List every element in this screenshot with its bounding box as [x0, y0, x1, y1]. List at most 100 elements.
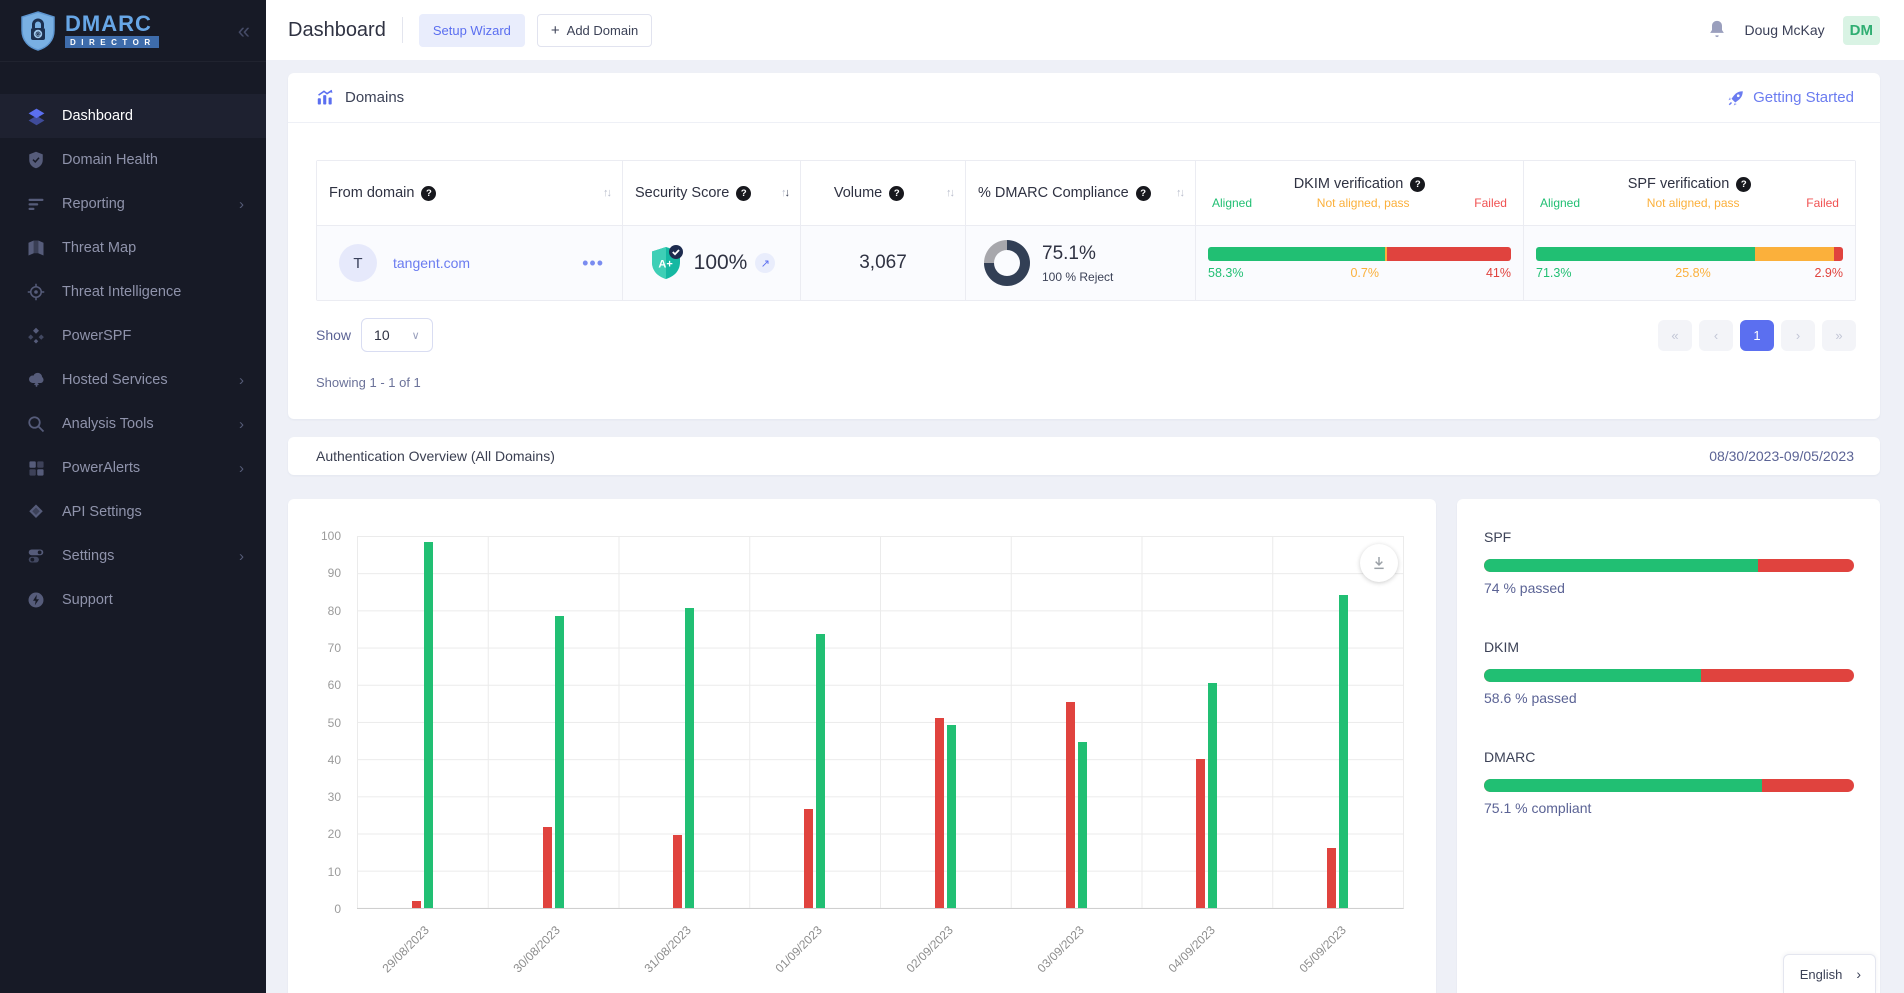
col-label: DKIM verification	[1294, 176, 1404, 192]
summary-dmarc-bar	[1484, 779, 1854, 792]
summary-card: SPF 74 % passed DKIM 58.6 % passed DMARC…	[1457, 499, 1880, 993]
sidebar-item-threat-map[interactable]: Threat Map	[0, 226, 266, 270]
sort-icon[interactable]: ↑↓	[946, 187, 953, 199]
domain-link[interactable]: tangent.com	[393, 255, 470, 271]
pagination-page-1[interactable]: 1	[1740, 320, 1774, 351]
sidebar-item-analysis-tools[interactable]: Analysis Tools ›	[0, 402, 266, 446]
chart-download-button[interactable]	[1360, 544, 1398, 582]
pagination-first-button[interactable]: «	[1658, 320, 1692, 351]
svg-text:A+: A+	[658, 259, 672, 271]
pagination-next-button[interactable]: ›	[1781, 320, 1815, 351]
sidebar-item-powerspf[interactable]: PowerSPF	[0, 314, 266, 358]
dashboard-icon	[26, 106, 46, 126]
more-options-icon[interactable]: •••	[582, 253, 610, 274]
summary-dkim: DKIM 58.6 % passed	[1484, 639, 1854, 706]
sidebar-item-support[interactable]: Support	[0, 578, 266, 622]
diamond-cluster-icon	[26, 326, 46, 346]
help-icon[interactable]: ?	[1410, 177, 1425, 192]
shield-check-icon	[26, 150, 46, 170]
user-avatar[interactable]: DM	[1843, 16, 1880, 45]
show-label: Show	[316, 327, 351, 343]
x-axis-label: 03/09/2023	[1034, 923, 1086, 975]
sidebar-item-dashboard[interactable]: Dashboard	[0, 94, 266, 138]
help-icon[interactable]: ?	[736, 186, 751, 201]
compliance-text: 75.1% 100 % Reject	[1042, 243, 1113, 284]
sidebar-collapse-icon[interactable]: «	[238, 20, 250, 42]
pagination-last-button[interactable]: »	[1822, 320, 1856, 351]
chart-bar-group	[1142, 536, 1273, 908]
dkim-aligned-value: 58.3%	[1208, 266, 1243, 280]
bar-passed	[947, 725, 956, 908]
sidebar-item-threat-intelligence[interactable]: Threat Intelligence	[0, 270, 266, 314]
chart-trend-icon	[316, 89, 335, 106]
col-security-score: Security Score? ↑↓	[623, 161, 801, 225]
col-label: Security Score	[635, 185, 729, 201]
chevron-right-icon: ›	[239, 372, 244, 389]
x-axis-label: 30/08/2023	[511, 923, 563, 975]
help-icon[interactable]: ?	[1736, 177, 1751, 192]
header-right: Doug McKay DM	[1707, 16, 1880, 45]
summary-dkim-fill	[1484, 669, 1701, 682]
sidebar-item-reporting[interactable]: Reporting ›	[0, 182, 266, 226]
bar-passed	[424, 542, 433, 908]
add-domain-button[interactable]: + Add Domain	[537, 14, 652, 47]
chevron-right-icon: ›	[239, 416, 244, 433]
help-icon[interactable]: ?	[1136, 186, 1151, 201]
sidebar-item-domain-health[interactable]: Domain Health	[0, 138, 266, 182]
help-icon[interactable]: ?	[889, 186, 904, 201]
summary-dkim-label: DKIM	[1484, 639, 1854, 655]
compliance-percent: 75.1%	[1042, 243, 1113, 265]
sort-icon[interactable]: ↑↓	[1176, 187, 1183, 199]
table-header-row: From domain? ↑↓ Security Score? ↑↓ Volum…	[317, 161, 1855, 225]
sidebar-item-poweralerts[interactable]: PowerAlerts ›	[0, 446, 266, 490]
pagination: « ‹ 1 › »	[1658, 320, 1856, 351]
chart-y-axis: 0102030405060708090100	[299, 536, 349, 909]
summary-dmarc-caption: 75.1 % compliant	[1484, 800, 1854, 816]
getting-started-link[interactable]: Getting Started	[1727, 89, 1854, 107]
auth-overview-band: Authentication Overview (All Domains) 08…	[288, 437, 1880, 475]
sidebar-item-hosted-services[interactable]: Hosted Services ›	[0, 358, 266, 402]
magnifier-icon	[26, 414, 46, 434]
pagination-prev-button[interactable]: ‹	[1699, 320, 1733, 351]
summary-dmarc-label: DMARC	[1484, 749, 1854, 765]
y-axis-tick: 20	[328, 827, 341, 841]
sidebar-item-settings[interactable]: Settings ›	[0, 534, 266, 578]
sidebar-item-label: Support	[62, 592, 113, 608]
help-icon[interactable]: ?	[421, 186, 436, 201]
page-size-select[interactable]: 10 ∨	[361, 318, 433, 352]
security-grade-shield-icon: A+	[648, 244, 684, 282]
chart-bar-group	[488, 536, 619, 908]
sort-icon[interactable]: ↑↓	[781, 187, 788, 199]
volume-value: 3,067	[859, 252, 907, 274]
setup-wizard-button[interactable]: Setup Wizard	[419, 14, 525, 47]
logo-row: @ DMARC DIRECTOR «	[0, 0, 266, 62]
col-dkim-verification: DKIM verification? Aligned Not aligned, …	[1196, 161, 1524, 225]
domains-title: Domains	[345, 89, 404, 106]
cell-spf-verification: 71.3% 25.8% 2.9%	[1524, 226, 1855, 300]
x-axis-label: 05/09/2023	[1296, 923, 1348, 975]
grid-icon	[26, 458, 46, 478]
bar-failed	[543, 827, 552, 908]
dkim-sublabels: Aligned Not aligned, pass Failed	[1208, 196, 1511, 210]
col-label: From domain	[329, 185, 414, 201]
user-name[interactable]: Doug McKay	[1745, 22, 1825, 38]
rocket-icon	[1727, 89, 1745, 107]
spf-sublabels: Aligned Not aligned, pass Failed	[1536, 196, 1843, 210]
lightning-icon	[26, 590, 46, 610]
sort-icon[interactable]: ↑↓	[603, 187, 610, 199]
sidebar-item-label: Hosted Services	[62, 372, 168, 388]
table-footer: Show 10 ∨ « ‹ 1 › »	[316, 318, 1856, 352]
dkim-segmented-bar	[1208, 247, 1511, 261]
brand-name: DMARC	[65, 14, 159, 34]
language-selector[interactable]: English ›	[1783, 954, 1876, 993]
sidebar-item-api-settings[interactable]: API Settings	[0, 490, 266, 534]
chevron-right-icon: ›	[239, 460, 244, 477]
y-axis-tick: 0	[334, 902, 341, 916]
x-axis-label: 04/09/2023	[1165, 923, 1217, 975]
col-dmarc-compliance: % DMARC Compliance? ↑↓	[966, 161, 1196, 225]
chart-area: 0102030405060708090100 29/08/202330/08/2…	[357, 536, 1404, 909]
bar-passed	[1078, 742, 1087, 908]
auth-overview-date-range: 08/30/2023-09/05/2023	[1709, 448, 1854, 464]
bell-icon[interactable]	[1707, 19, 1727, 41]
external-link-icon[interactable]: ↗	[755, 253, 775, 273]
